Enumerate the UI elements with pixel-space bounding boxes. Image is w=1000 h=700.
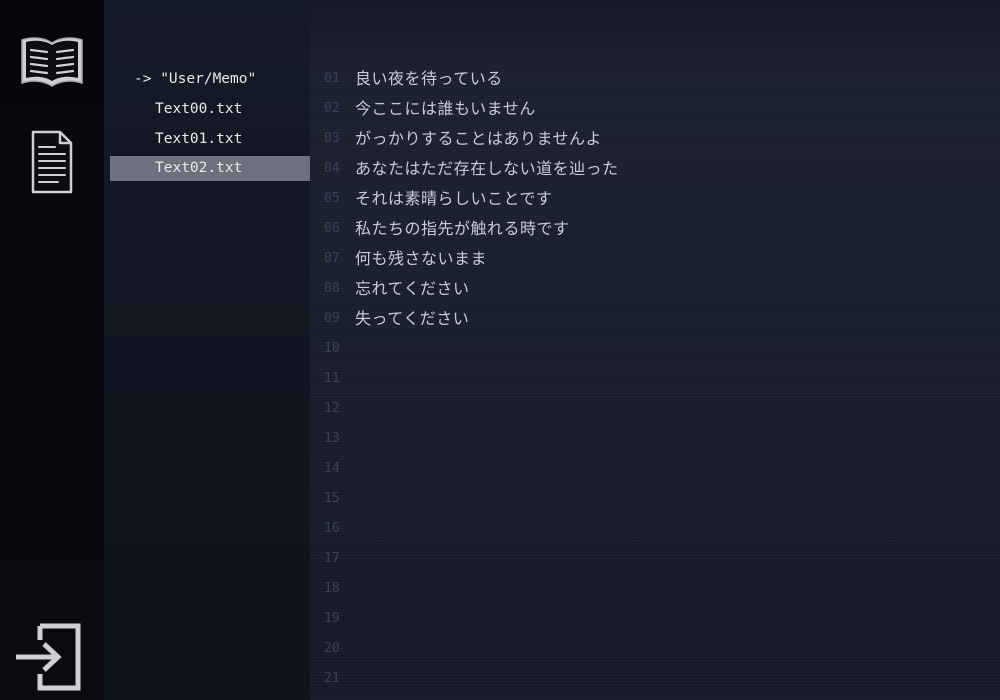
editor-line: 21 (310, 664, 1000, 694)
line-text: それは素晴らしいことです (355, 189, 553, 208)
editor-line: 02 今ここには誰もいません (310, 94, 1000, 124)
editor-line: 16 (310, 514, 1000, 544)
line-text: 私たちの指先が触れる時です (355, 219, 570, 238)
editor-line: 03 がっかりすることはありませんよ (310, 124, 1000, 154)
line-number: 11 (324, 371, 340, 386)
editor-line: 12 (310, 394, 1000, 424)
editor-line: 01 良い夜を待っている (310, 64, 1000, 94)
line-number: 08 (324, 281, 340, 296)
line-text: 忘れてください (355, 279, 470, 298)
line-text: がっかりすることはありませんよ (355, 129, 603, 148)
line-number: 06 (324, 221, 340, 236)
line-text: あなたはただ存在しない道を辿った (355, 159, 619, 178)
line-number: 18 (324, 581, 340, 596)
file-item-text01[interactable]: Text01.txt (110, 127, 310, 152)
editor-line: 06 私たちの指先が触れる時です (310, 214, 1000, 244)
line-number: 12 (324, 401, 340, 416)
line-number: 10 (324, 341, 340, 356)
editor-line: 04 あなたはただ存在しない道を辿った (310, 154, 1000, 184)
line-number: 13 (324, 431, 340, 446)
editor-line: 18 (310, 574, 1000, 604)
line-number: 15 (324, 491, 340, 506)
line-number: 03 (324, 131, 340, 146)
line-text: 失ってください (355, 309, 470, 328)
editor-line: 20 (310, 634, 1000, 664)
editor-line: 07 何も残さないまま (310, 244, 1000, 274)
document-icon[interactable] (24, 126, 80, 198)
editor-line: 10 (310, 334, 1000, 364)
line-text: 良い夜を待っている (355, 69, 503, 88)
line-number: 19 (324, 611, 340, 626)
editor-line: 19 (310, 604, 1000, 634)
file-item-text02[interactable]: Text02.txt (110, 156, 310, 181)
line-number: 20 (324, 641, 340, 656)
memo-viewer-app: -> "User/Memo" Text00.txt Text01.txt Tex… (0, 0, 1000, 700)
line-number: 02 (324, 101, 340, 116)
line-number: 01 (324, 71, 340, 86)
exit-icon[interactable] (12, 622, 84, 692)
editor-line: 05 それは素晴らしいことです (310, 184, 1000, 214)
line-number: 16 (324, 521, 340, 536)
line-text: 何も残さないまま (355, 249, 488, 268)
editor-line: 08 忘れてください (310, 274, 1000, 304)
line-number: 21 (324, 671, 340, 686)
editor-line: 09 失ってください (310, 304, 1000, 334)
editor-line: 11 (310, 364, 1000, 394)
line-number: 04 (324, 161, 340, 176)
editor-line: 13 (310, 424, 1000, 454)
line-number: 07 (324, 251, 340, 266)
line-number: 09 (324, 311, 340, 326)
folder-user-memo[interactable]: -> "User/Memo" (110, 67, 310, 92)
editor-line: 17 (310, 544, 1000, 574)
file-item-text00[interactable]: Text00.txt (110, 97, 310, 122)
file-tree: -> "User/Memo" Text00.txt Text01.txt Tex… (104, 0, 310, 700)
open-book-icon[interactable] (16, 30, 88, 92)
icon-rail (0, 0, 104, 700)
editor-line: 15 (310, 484, 1000, 514)
editor-line: 14 (310, 454, 1000, 484)
line-text: 今ここには誰もいません (355, 99, 536, 118)
line-number: 05 (324, 191, 340, 206)
text-editor[interactable]: 01 良い夜を待っている 02 今ここには誰もいません 03 がっかりすることはありません… (310, 0, 1000, 700)
line-number: 17 (324, 551, 340, 566)
line-number: 14 (324, 461, 340, 476)
